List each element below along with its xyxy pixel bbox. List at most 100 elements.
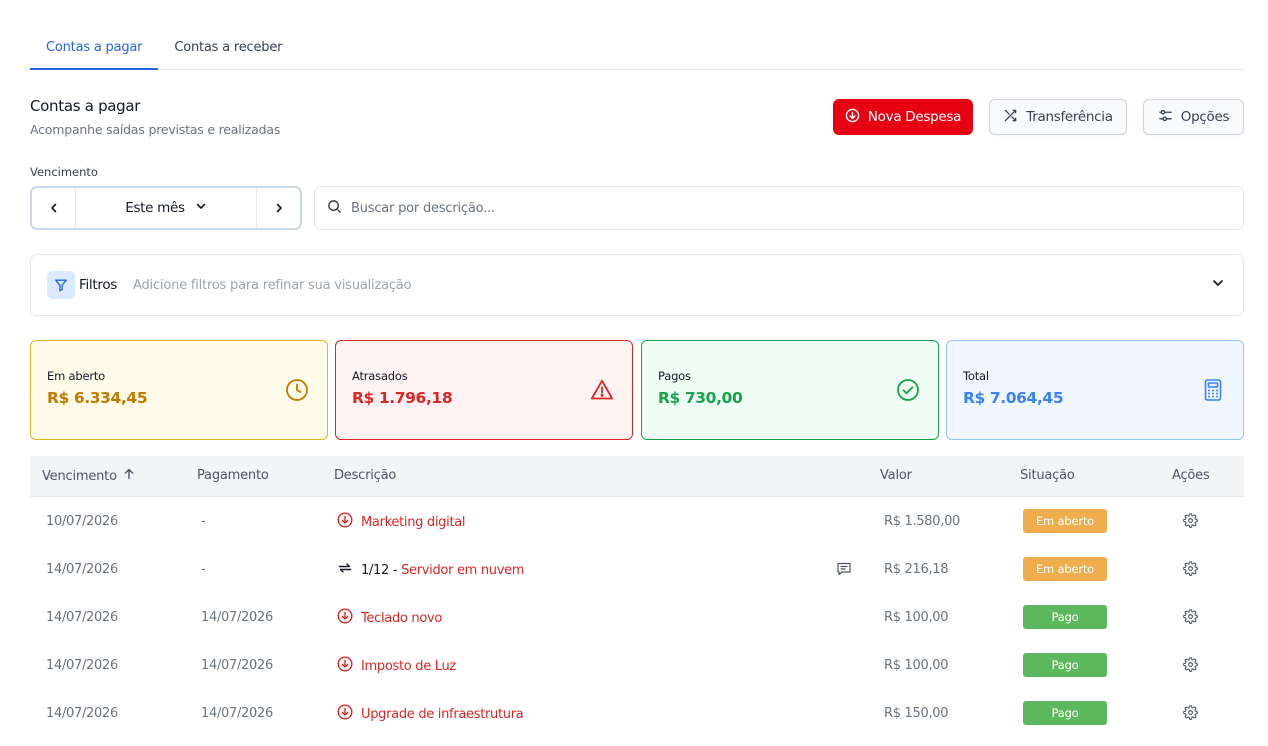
- table-row[interactable]: 14/07/2026 - 1/12 - Servidor em nuvem R$ 21…: [30, 545, 1244, 593]
- due-date-cell: 14/07/2026: [46, 610, 118, 625]
- gear-icon[interactable]: [1183, 657, 1198, 676]
- tab-contas-a-receber[interactable]: Contas a receber: [158, 30, 298, 70]
- previous-period-button[interactable]: [32, 188, 76, 228]
- value-cell: R$ 100,00: [884, 610, 949, 625]
- transfer-button[interactable]: Transferência: [989, 99, 1127, 135]
- arrow-down-circle-icon: [337, 704, 353, 724]
- due-date-label: Vencimento: [30, 165, 98, 179]
- next-period-button[interactable]: [256, 188, 300, 228]
- summary-late-label: Atrasados: [352, 369, 408, 383]
- shuffle-icon: [1003, 108, 1018, 127]
- summary-card-total: Total R$ 7.064,45: [946, 340, 1244, 440]
- sliders-icon: [1158, 108, 1173, 127]
- table-row[interactable]: 14/07/2026 14/07/2026 Teclado novo R$ 100,0…: [30, 593, 1244, 641]
- check-circle-icon: [896, 378, 922, 404]
- column-header-description: Descrição: [334, 468, 396, 483]
- value-cell: R$ 216,18: [884, 562, 949, 577]
- options-button[interactable]: Opções: [1143, 99, 1244, 135]
- summary-paid-value: R$ 730,00: [658, 389, 743, 407]
- gear-icon[interactable]: [1183, 561, 1198, 580]
- description-text: Servidor em nuvem: [401, 562, 525, 578]
- description-text: Marketing digital: [361, 514, 466, 530]
- summary-paid-label: Pagos: [658, 369, 691, 383]
- value-cell: R$ 150,00: [884, 706, 949, 721]
- due-date-cell: 14/07/2026: [46, 562, 118, 577]
- status-badge: Em aberto: [1023, 509, 1107, 533]
- period-select[interactable]: Este mês: [76, 188, 256, 228]
- table-row[interactable]: 14/07/2026 14/07/2026 Imposto de Luz R$ 100…: [30, 641, 1244, 689]
- chevron-down-icon[interactable]: [1211, 275, 1225, 294]
- tab-bar: Contas a pagar Contas a receber: [30, 30, 1244, 70]
- column-header-payment: Pagamento: [197, 468, 269, 483]
- payment-date-cell: -: [201, 562, 206, 577]
- calculator-icon: [1201, 378, 1227, 404]
- search-input[interactable]: [351, 200, 1151, 216]
- installment-label: 1/12 -: [361, 562, 402, 578]
- description-cell[interactable]: Marketing digital: [337, 512, 466, 532]
- chevron-left-icon: [48, 199, 60, 218]
- sort-ascending-icon: [123, 468, 135, 484]
- description-cell[interactable]: Imposto de Luz: [337, 656, 456, 676]
- transfer-label: Transferência: [1026, 109, 1113, 125]
- comment-icon[interactable]: [836, 561, 852, 581]
- gear-icon[interactable]: [1183, 609, 1198, 628]
- recurring-icon: [337, 560, 353, 580]
- summary-open-label: Em aberto: [47, 369, 106, 383]
- filters-title: Filtros: [79, 277, 118, 293]
- chevron-down-icon: [195, 200, 207, 216]
- summary-total-value: R$ 7.064,45: [963, 389, 1064, 407]
- new-expense-label: Nova Despesa: [867, 109, 962, 125]
- status-badge: Pago: [1023, 701, 1107, 725]
- status-badge: Pago: [1023, 653, 1107, 677]
- filters-hint: Adicione filtros para refinar sua visual…: [133, 277, 412, 293]
- description-text: Imposto de Luz: [361, 658, 456, 674]
- column-payment-label: Pagamento: [197, 468, 269, 483]
- column-header-due[interactable]: Vencimento: [42, 468, 135, 484]
- table-header: Vencimento Pagamento Descrição Valor Sit…: [30, 456, 1244, 497]
- page-title: Contas a pagar: [30, 97, 141, 115]
- column-actions-label: Ações: [1172, 468, 1210, 483]
- gear-icon[interactable]: [1183, 513, 1198, 532]
- description-cell[interactable]: Upgrade de infraestrutura: [337, 704, 524, 724]
- column-value-label: Valor: [880, 468, 912, 483]
- column-header-actions: Ações: [1172, 468, 1210, 483]
- description-cell[interactable]: Teclado novo: [337, 608, 442, 628]
- summary-card-paid: Pagos R$ 730,00: [641, 340, 939, 440]
- period-picker: Este mês: [30, 186, 302, 230]
- payment-date-cell: 14/07/2026: [201, 706, 273, 721]
- search-box: [314, 186, 1244, 230]
- tab-contas-a-pagar[interactable]: Contas a pagar: [30, 30, 159, 70]
- arrow-down-circle-icon: [337, 656, 353, 676]
- column-header-status: Situação: [1020, 468, 1075, 483]
- status-badge: Pago: [1023, 605, 1107, 629]
- column-status-label: Situação: [1020, 468, 1075, 483]
- warning-triangle-icon: [590, 378, 616, 404]
- table-row[interactable]: 14/07/2026 14/07/2026 Upgrade de infraestr…: [30, 689, 1244, 737]
- payment-date-cell: 14/07/2026: [201, 610, 273, 625]
- description-text: Upgrade de infraestrutura: [361, 706, 524, 722]
- search-icon: [327, 199, 342, 218]
- chevron-right-icon: [273, 199, 285, 218]
- summary-late-value: R$ 1.796,18: [352, 389, 453, 407]
- summary-total-label: Total: [963, 369, 989, 383]
- table-body: 10/07/2026 - Marketing digital R$ 1.580,00 E…: [30, 497, 1244, 737]
- payables-table: Vencimento Pagamento Descrição Valor Sit…: [30, 456, 1244, 737]
- due-date-cell: 10/07/2026: [46, 514, 118, 529]
- new-expense-button[interactable]: Nova Despesa: [833, 99, 973, 135]
- filter-icon: [47, 271, 75, 299]
- description-cell[interactable]: 1/12 - Servidor em nuvem: [337, 560, 524, 580]
- arrow-down-circle-icon: [337, 512, 353, 532]
- status-badge: Em aberto: [1023, 557, 1107, 581]
- arrow-down-circle-icon: [337, 608, 353, 628]
- due-date-cell: 14/07/2026: [46, 706, 118, 721]
- payment-date-cell: -: [201, 514, 206, 529]
- due-date-cell: 14/07/2026: [46, 658, 118, 673]
- summary-open-value: R$ 6.334,45: [47, 389, 148, 407]
- filters-panel[interactable]: Filtros Adicione filtros para refinar su…: [30, 254, 1244, 316]
- gear-icon[interactable]: [1183, 705, 1198, 724]
- column-description-label: Descrição: [334, 468, 397, 483]
- payment-date-cell: 14/07/2026: [201, 658, 273, 673]
- clock-icon: [285, 378, 311, 404]
- value-cell: R$ 100,00: [884, 658, 949, 673]
- table-row[interactable]: 10/07/2026 - Marketing digital R$ 1.580,00 E…: [30, 497, 1244, 545]
